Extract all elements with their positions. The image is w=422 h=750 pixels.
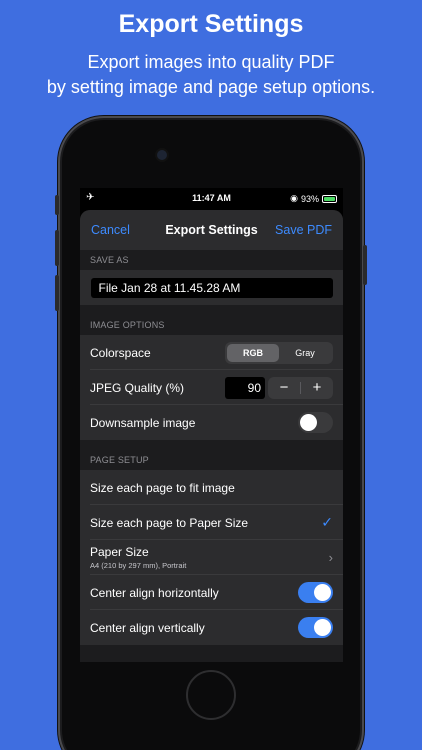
nav-bar: Cancel Export Settings Save PDF: [80, 210, 343, 250]
center-horizontal-row: Center align horizontally: [80, 575, 343, 610]
paper-size-label: Paper Size: [90, 545, 149, 559]
save-as-group: File Jan 28 at 11.45.28 AM: [80, 270, 343, 305]
battery-icon: [322, 194, 337, 203]
status-bar: ✈ 11:47 AM ◉ 93%: [80, 188, 343, 208]
colorspace-row: Colorspace RGB Gray: [80, 335, 343, 370]
phone-screen: ✈ 11:47 AM ◉ 93% Cancel Export Settings …: [80, 188, 343, 662]
battery-percent: 93%: [300, 193, 319, 204]
front-camera: [157, 150, 167, 160]
status-right: ◉ 93%: [290, 193, 337, 204]
center-horizontal-label: Center align horizontally: [90, 585, 219, 600]
colorspace-label: Colorspace: [90, 345, 151, 360]
fit-image-row[interactable]: Size each page to fit image: [80, 470, 343, 505]
downsample-label: Downsample image: [90, 415, 196, 430]
volume-down-button: [55, 275, 59, 311]
colorspace-gray-option[interactable]: Gray: [279, 344, 331, 362]
paper-size-value: A4 (210 by 297 mm), Portrait: [90, 561, 187, 570]
downsample-toggle[interactable]: [298, 412, 333, 433]
jpeg-quality-row: JPEG Quality (%) 90 − +: [80, 370, 343, 405]
center-horizontal-toggle[interactable]: [298, 582, 333, 603]
image-options-header: IMAGE OPTIONS: [90, 320, 165, 330]
export-settings-sheet: Cancel Export Settings Save PDF SAVE AS …: [80, 210, 343, 662]
center-vertical-label: Center align vertically: [90, 620, 205, 635]
promo-subtitle-line1: Export images into quality PDF: [87, 52, 335, 72]
paper-size-text: Paper Size A4 (210 by 297 mm), Portrait: [90, 545, 329, 570]
colorspace-rgb-option[interactable]: RGB: [227, 343, 279, 362]
promo-title: Export Settings: [118, 10, 304, 38]
decrement-button[interactable]: −: [268, 377, 300, 399]
filename-input[interactable]: File Jan 28 at 11.45.28 AM: [90, 277, 333, 298]
orientation-lock-icon: ◉: [290, 193, 298, 203]
cancel-button[interactable]: Cancel: [91, 223, 130, 237]
fit-paper-size-label: Size each page to Paper Size: [90, 515, 249, 530]
volume-up-button: [55, 230, 59, 266]
save-as-header: SAVE AS: [90, 255, 129, 265]
promo-subtitle-line2: by setting image and page setup options.: [46, 77, 376, 97]
save-pdf-button[interactable]: Save PDF: [275, 223, 332, 237]
colorspace-segmented-control: RGB Gray: [225, 341, 333, 364]
promo-subtitle: Export images into quality PDF by settin…: [0, 50, 422, 100]
image-options-group: Colorspace RGB Gray JPEG Quality (%) 90 …: [80, 335, 343, 440]
jpeg-quality-label: JPEG Quality (%): [90, 380, 185, 395]
downsample-row: Downsample image: [80, 405, 343, 440]
jpeg-quality-input[interactable]: 90: [225, 376, 265, 399]
page-setup-header: PAGE SETUP: [90, 455, 149, 465]
mute-switch: [55, 195, 59, 215]
page-setup-group: Size each page to fit image Size each pa…: [80, 470, 343, 645]
center-vertical-row: Center align vertically: [80, 610, 343, 645]
center-vertical-toggle[interactable]: [298, 617, 333, 638]
power-button: [363, 245, 367, 285]
home-button: [186, 670, 236, 720]
paper-size-row[interactable]: Paper Size A4 (210 by 297 mm), Portrait …: [80, 540, 343, 575]
chevron-right-icon: ›: [328, 550, 333, 565]
jpeg-quality-stepper: − +: [268, 376, 333, 399]
increment-button[interactable]: +: [301, 377, 333, 399]
checkmark-icon: ✓: [321, 514, 333, 530]
fit-paper-size-row[interactable]: Size each page to Paper Size ✓: [80, 505, 343, 540]
fit-image-label: Size each page to fit image: [90, 480, 235, 495]
